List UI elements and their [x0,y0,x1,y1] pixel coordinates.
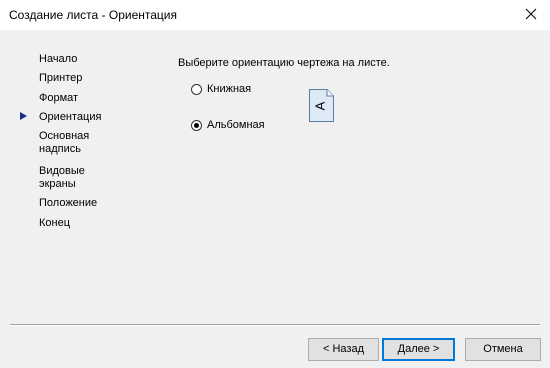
current-step-arrow-icon [20,112,27,120]
step-orientation: Ориентация [39,111,102,123]
step-viewports: Видовые экраны [39,165,85,190]
landscape-label[interactable]: Альбомная [207,119,265,131]
next-button[interactable]: Далее > [382,338,455,361]
title-bar: Создание листа - Ориентация [0,0,550,30]
portrait-radio[interactable] [191,84,202,95]
step-format: Формат [39,92,79,104]
close-icon[interactable] [523,6,539,22]
step-finish: Конец [39,217,71,229]
orientation-preview-icon: A [309,89,334,122]
preview-letter: A [312,101,327,110]
step-start: Начало [39,53,78,65]
separator-highlight [10,325,540,326]
orientation-prompt: Выберите ориентацию чертежа на листе. [178,57,390,69]
landscape-radio[interactable] [191,120,202,131]
step-printer: Принтер [39,72,83,84]
step-title-block: Основная надпись [39,130,90,155]
portrait-label[interactable]: Книжная [207,83,251,95]
back-button[interactable]: < Назад [308,338,379,361]
window-title: Создание листа - Ориентация [9,8,177,22]
cancel-button[interactable]: Отмена [465,338,541,361]
step-location: Положение [39,197,98,209]
